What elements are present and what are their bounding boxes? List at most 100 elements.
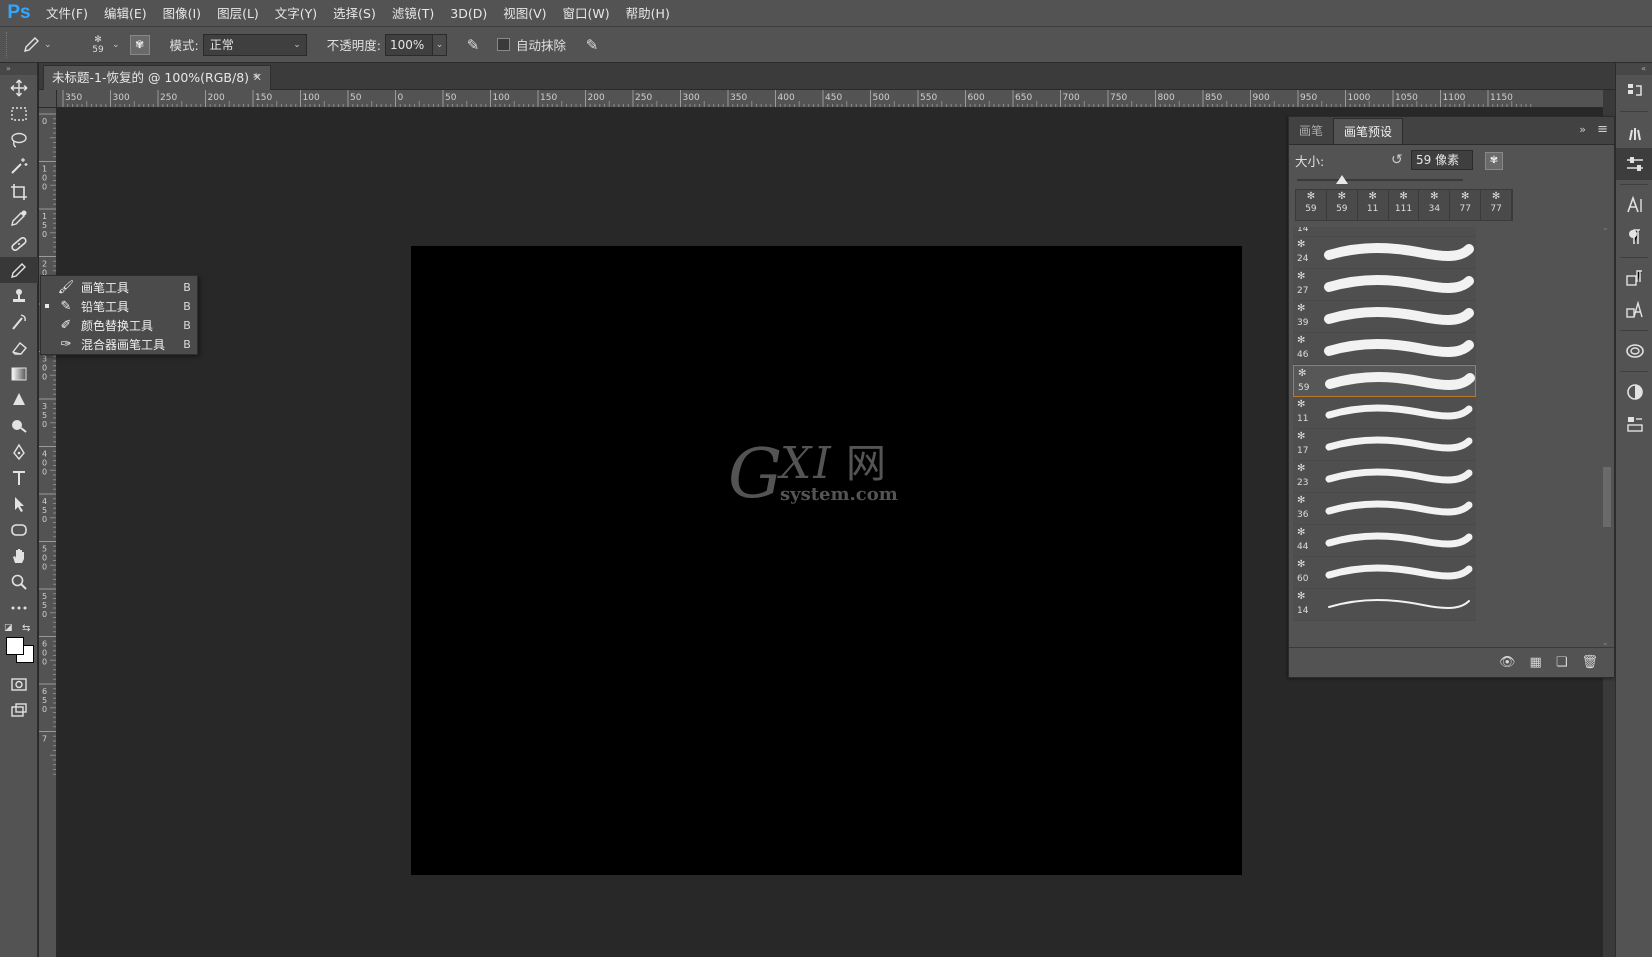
auto-erase-checkbox[interactable] — [496, 38, 510, 51]
menu-item[interactable]: 选择(S) — [325, 0, 384, 27]
tool-preset-picker[interactable]: ⌄ — [22, 36, 64, 54]
tab-brush[interactable]: 画笔 — [1289, 118, 1333, 144]
pencil-tool[interactable] — [0, 257, 38, 283]
healing-brush-tool[interactable] — [0, 231, 38, 257]
menu-item[interactable]: 窗口(W) — [555, 0, 618, 27]
brush-preset[interactable]: ✻ 23 — [1293, 461, 1476, 493]
flyout-item[interactable]: ✑ 混合器画笔工具 B — [41, 335, 197, 354]
libraries-panel-button[interactable] — [1616, 335, 1652, 367]
size-input[interactable]: 59 像素 — [1411, 150, 1473, 170]
swap-colors-icon[interactable]: ⇆ — [22, 623, 30, 634]
vertical-ruler[interactable]: 01001502002503003504004505005506006507 — [39, 108, 57, 957]
crop-tool[interactable] — [0, 179, 38, 205]
document-canvas[interactable] — [411, 246, 1242, 875]
brush-preset[interactable]: ✻ 17 — [1293, 429, 1476, 461]
recent-brush[interactable]: ✻ 111 — [1389, 190, 1420, 220]
brush-panel-dock-button[interactable] — [1616, 116, 1652, 148]
hand-tool[interactable] — [0, 543, 38, 569]
paragraph-styles-button[interactable] — [1616, 262, 1652, 294]
chevron-down-icon[interactable]: ⌄ — [1602, 638, 1609, 647]
close-icon[interactable]: ✕ — [253, 66, 262, 89]
magic-wand-tool[interactable] — [0, 153, 38, 179]
scrollbar-thumb[interactable] — [1603, 467, 1611, 527]
toggle-brush-panel-button[interactable]: ✾ — [129, 34, 150, 55]
menu-item[interactable]: 帮助(H) — [618, 0, 678, 27]
mode-select[interactable]: 正常 ⌄ — [202, 33, 307, 56]
eraser-tool[interactable] — [0, 335, 38, 361]
recent-brush[interactable]: ✻ 77 — [1450, 190, 1482, 220]
eye-icon[interactable]: 👁 — [1499, 655, 1516, 670]
brush-preset[interactable]: ✻ 14 — [1293, 589, 1476, 621]
quick-mask-button[interactable] — [0, 671, 38, 697]
horizontal-ruler[interactable]: 350 300 250 200 150 100 50 0 50 100 150 200 250 300 35… — [57, 90, 1603, 108]
foreground-color-swatch[interactable] — [6, 637, 24, 655]
size-slider-thumb[interactable] — [1335, 175, 1348, 184]
brush-preset-picker[interactable]: ✻ 59 — [88, 35, 108, 55]
brush-preset[interactable]: ✻ 36 — [1293, 493, 1476, 525]
tab-brush-presets[interactable]: 画笔预设 — [1333, 118, 1404, 144]
trash-icon[interactable]: 🗑 — [1581, 655, 1598, 670]
character-panel-button[interactable] — [1616, 189, 1652, 221]
menu-item[interactable]: 文字(Y) — [267, 0, 325, 27]
menu-item[interactable]: 编辑(E) — [96, 0, 155, 27]
properties-panel-button[interactable] — [1616, 408, 1652, 440]
recent-brush[interactable]: ✻ 59 — [1296, 190, 1327, 220]
zoom-tool[interactable] — [0, 569, 38, 595]
reset-size-icon[interactable]: ↺ — [1391, 152, 1403, 168]
expand-panels-icon[interactable]: « — [1616, 63, 1652, 75]
path-selection-tool[interactable] — [0, 491, 38, 517]
panel-menu-icon[interactable]: ≡ — [1597, 122, 1608, 137]
recent-brush[interactable]: ✻ 11 — [1358, 190, 1389, 220]
brush-preset[interactable]: ✻ 27 — [1293, 269, 1476, 301]
options-grip[interactable] — [6, 31, 12, 58]
pressure-opacity-icon[interactable]: ✎ — [463, 35, 483, 55]
recent-brush[interactable]: ✻ 34 — [1419, 190, 1451, 220]
menu-item[interactable]: 图层(L) — [209, 0, 267, 27]
pen-tool[interactable] — [0, 439, 38, 465]
brush-preset[interactable]: ✻ 44 — [1293, 525, 1476, 557]
brush-preset[interactable]: ✻ 46 — [1293, 333, 1476, 365]
collapse-toolbar-icon[interactable]: » — [0, 63, 37, 75]
flyout-item[interactable]: ✎ 铅笔工具 B — [41, 297, 197, 316]
ruler-origin[interactable] — [39, 90, 57, 108]
paragraph-panel-button[interactable] — [1616, 221, 1652, 253]
brush-presets-dock-button[interactable] — [1616, 148, 1652, 180]
history-brush-tool[interactable] — [0, 309, 38, 335]
collapse-panel-icon[interactable]: » — [1579, 123, 1586, 136]
document-tab[interactable]: 未标题-1-恢复的 @ 100%(RGB/8) * ✕ — [43, 65, 271, 90]
menu-item[interactable]: 图像(I) — [155, 0, 209, 27]
toggle-brush-panel-button[interactable]: ✾ — [1485, 152, 1503, 170]
preset-partial[interactable]: 14 — [1293, 227, 1476, 237]
recent-brush[interactable]: ✻ 59 — [1327, 190, 1358, 220]
lasso-tool[interactable] — [0, 127, 38, 153]
preset-list-scrollbar[interactable]: ⌃ ⌄ — [1602, 227, 1612, 647]
move-tool[interactable] — [0, 75, 38, 101]
menu-item[interactable]: 文件(F) — [38, 0, 96, 27]
recent-brush[interactable]: ✻ 77 — [1481, 190, 1513, 220]
gradient-tool[interactable] — [0, 361, 38, 387]
shape-tool[interactable] — [0, 517, 38, 543]
brush-preset[interactable]: ✻ 11 — [1293, 397, 1476, 429]
new-preset-icon[interactable]: ❏ — [1556, 655, 1568, 670]
flyout-item[interactable]: 🖌 画笔工具 B — [41, 278, 197, 297]
type-tool[interactable] — [0, 465, 38, 491]
blur-tool[interactable] — [0, 387, 38, 413]
clone-stamp-tool[interactable] — [0, 283, 38, 309]
size-slider[interactable] — [1289, 175, 1614, 189]
menu-item[interactable]: 滤镜(T) — [384, 0, 442, 27]
pressure-size-icon[interactable]: ✎ — [582, 35, 602, 55]
opacity-dropdown[interactable]: ⌄ — [432, 33, 447, 56]
brush-preset[interactable]: ✻ 24 — [1293, 237, 1476, 269]
brush-preset[interactable]: ✻ 59 — [1293, 365, 1476, 397]
menu-item[interactable]: 视图(V) — [495, 0, 554, 27]
adjustments-panel-button[interactable] — [1616, 376, 1652, 408]
character-styles-button[interactable] — [1616, 294, 1652, 326]
chevron-up-icon[interactable]: ⌃ — [1602, 227, 1609, 236]
brush-grid-icon[interactable]: ▦ — [1530, 655, 1542, 670]
edit-toolbar-button[interactable] — [0, 595, 38, 621]
screen-mode-button[interactable] — [0, 697, 38, 723]
flyout-item[interactable]: ✐ 颜色替换工具 B — [41, 316, 197, 335]
eyedropper-tool[interactable] — [0, 205, 38, 231]
menu-item[interactable]: 3D(D) — [442, 0, 495, 27]
brush-preset[interactable]: ✻ 39 — [1293, 301, 1476, 333]
